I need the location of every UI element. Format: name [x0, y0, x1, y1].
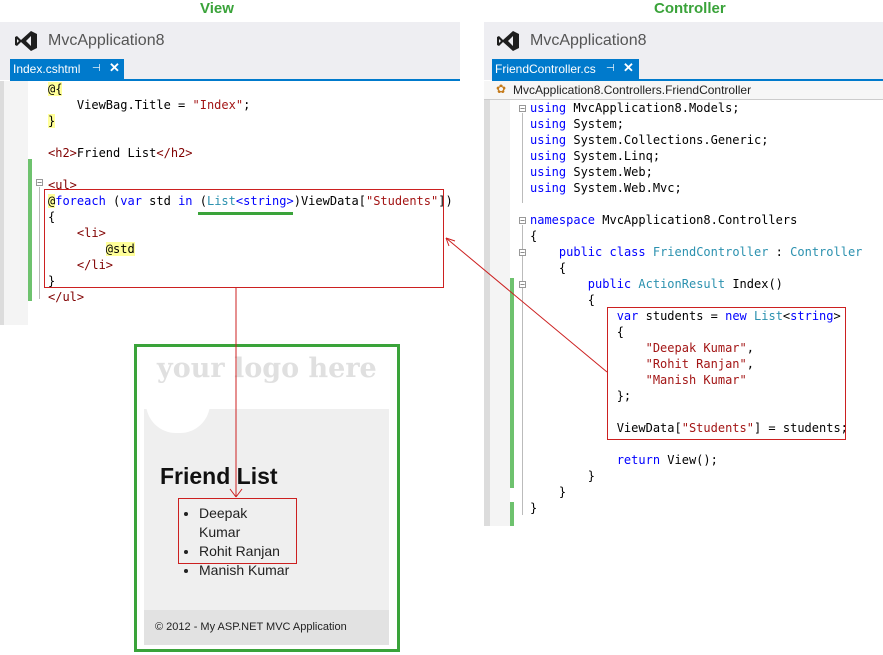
controller-to-view-arrow [445, 237, 608, 373]
connector-arrows [229, 237, 608, 498]
